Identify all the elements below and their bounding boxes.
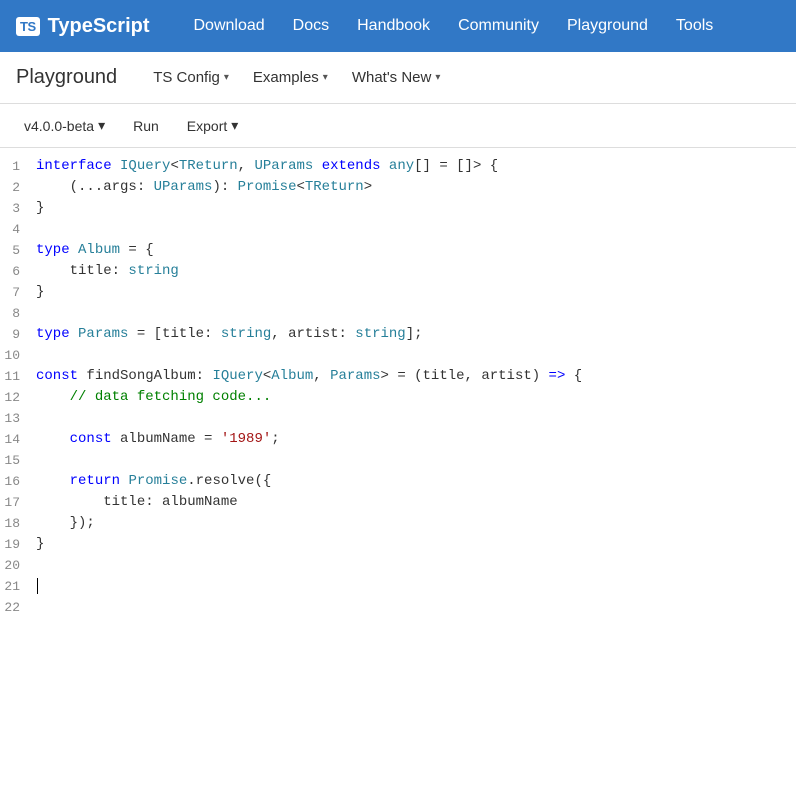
examples-btn[interactable]: Examples ▾ — [241, 61, 340, 94]
ts-config-label: TS Config — [153, 69, 220, 86]
export-label: Export — [187, 118, 227, 134]
tools-link[interactable]: Tools — [664, 9, 725, 43]
run-btn[interactable]: Run — [121, 114, 171, 138]
line-code — [36, 450, 796, 471]
line-number: 2 — [0, 177, 36, 198]
download-link[interactable]: Download — [182, 9, 277, 43]
line-code: } — [36, 534, 796, 555]
code-line: 5type Album = { — [0, 240, 796, 261]
line-code — [36, 303, 796, 324]
logo-link[interactable]: TS TypeScript — [16, 15, 150, 38]
code-line: 8 — [0, 303, 796, 324]
code-line: 4 — [0, 219, 796, 240]
whats-new-label: What's New — [352, 69, 432, 86]
line-number: 17 — [0, 492, 36, 513]
toolbar: v4.0.0-beta ▾ Run Export ▾ — [0, 104, 796, 148]
export-btn[interactable]: Export ▾ — [179, 113, 247, 138]
line-code: (...args: UParams): Promise<TReturn> — [36, 177, 796, 198]
line-code: return Promise.resolve({ — [36, 471, 796, 492]
line-code: } — [36, 282, 796, 303]
line-number: 3 — [0, 198, 36, 219]
line-number: 15 — [0, 450, 36, 471]
line-code: title: albumName — [36, 492, 796, 513]
sub-nav: Playground TS Config ▾ Examples ▾ What's… — [0, 52, 796, 104]
code-line: 22 — [0, 597, 796, 618]
line-code — [36, 408, 796, 429]
community-link[interactable]: Community — [446, 9, 551, 43]
whats-new-btn[interactable]: What's New ▾ — [340, 61, 453, 94]
top-nav: TS TypeScript Download Docs Handbook Com… — [0, 0, 796, 52]
line-number: 19 — [0, 534, 36, 555]
code-line: 12 // data fetching code... — [0, 387, 796, 408]
line-number: 7 — [0, 282, 36, 303]
line-number: 13 — [0, 408, 36, 429]
line-code: const albumName = '1989'; — [36, 429, 796, 450]
code-line: 20 — [0, 555, 796, 576]
code-line: 15 — [0, 450, 796, 471]
docs-link[interactable]: Docs — [281, 9, 341, 43]
line-number: 1 — [0, 156, 36, 177]
nav-links: Download Docs Handbook Community Playgro… — [182, 9, 726, 43]
code-line: 17 title: albumName — [0, 492, 796, 513]
line-code: title: string — [36, 261, 796, 282]
code-line: 10 — [0, 345, 796, 366]
code-line: 7} — [0, 282, 796, 303]
handbook-link[interactable]: Handbook — [345, 9, 442, 43]
line-code — [36, 345, 796, 366]
line-number: 8 — [0, 303, 36, 324]
line-number: 20 — [0, 555, 36, 576]
examples-label: Examples — [253, 69, 319, 86]
line-code — [36, 597, 796, 618]
code-line: 14 const albumName = '1989'; — [0, 429, 796, 450]
code-line: 13 — [0, 408, 796, 429]
line-number: 10 — [0, 345, 36, 366]
code-line: 2 (...args: UParams): Promise<TReturn> — [0, 177, 796, 198]
line-number: 14 — [0, 429, 36, 450]
code-line: 1interface IQuery<TReturn, UParams exten… — [0, 156, 796, 177]
text-cursor — [37, 578, 38, 594]
line-code — [36, 555, 796, 576]
line-code — [36, 219, 796, 240]
line-code: // data fetching code... — [36, 387, 796, 408]
line-number: 22 — [0, 597, 36, 618]
playground-nav-link[interactable]: Playground — [555, 9, 660, 43]
code-line: 21 — [0, 576, 796, 597]
line-number: 9 — [0, 324, 36, 345]
whats-new-chevron-icon: ▾ — [435, 72, 440, 83]
line-code — [36, 576, 796, 597]
line-number: 11 — [0, 366, 36, 387]
ts-config-chevron-icon: ▾ — [224, 72, 229, 83]
line-number: 5 — [0, 240, 36, 261]
ts-config-btn[interactable]: TS Config ▾ — [141, 61, 241, 94]
line-number: 4 — [0, 219, 36, 240]
playground-title: Playground — [16, 66, 117, 89]
logo-text: TypeScript — [48, 15, 150, 38]
line-number: 12 — [0, 387, 36, 408]
line-number: 18 — [0, 513, 36, 534]
version-label: v4.0.0-beta — [24, 118, 94, 134]
code-line: 11const findSongAlbum: IQuery<Album, Par… — [0, 366, 796, 387]
code-line: 16 return Promise.resolve({ — [0, 471, 796, 492]
line-number: 6 — [0, 261, 36, 282]
line-code: }); — [36, 513, 796, 534]
code-line: 19} — [0, 534, 796, 555]
ts-badge: TS — [16, 17, 40, 36]
editor-area[interactable]: 1interface IQuery<TReturn, UParams exten… — [0, 148, 796, 626]
line-code: interface IQuery<TReturn, UParams extend… — [36, 156, 796, 177]
examples-chevron-icon: ▾ — [323, 72, 328, 83]
line-number: 21 — [0, 576, 36, 597]
version-btn[interactable]: v4.0.0-beta ▾ — [16, 113, 113, 138]
export-chevron-icon: ▾ — [231, 117, 238, 134]
line-code: const findSongAlbum: IQuery<Album, Param… — [36, 366, 796, 387]
line-code: type Album = { — [36, 240, 796, 261]
line-number: 16 — [0, 471, 36, 492]
version-chevron-icon: ▾ — [98, 117, 105, 134]
code-line: 3} — [0, 198, 796, 219]
code-line: 18 }); — [0, 513, 796, 534]
code-line: 6 title: string — [0, 261, 796, 282]
line-code: type Params = [title: string, artist: st… — [36, 324, 796, 345]
line-code: } — [36, 198, 796, 219]
code-line: 9type Params = [title: string, artist: s… — [0, 324, 796, 345]
